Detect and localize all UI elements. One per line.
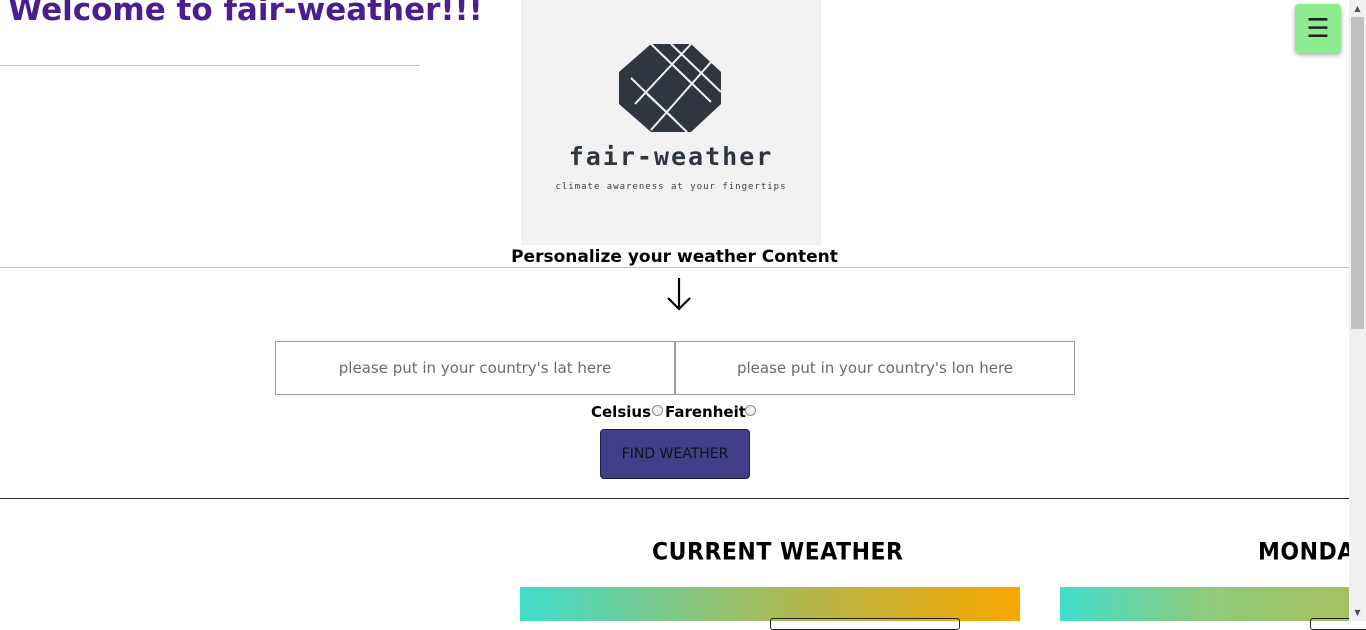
section-divider <box>0 267 1349 268</box>
logo-tagline: climate awareness at your fingertips <box>555 182 787 192</box>
monday-weather-card <box>1060 587 1366 630</box>
longitude-input[interactable] <box>675 341 1075 395</box>
logo-card: fair-weather climate awareness at your f… <box>521 0 821 245</box>
logo-name: fair-weather <box>568 142 774 171</box>
scroll-up-icon[interactable]: ▲ <box>1349 0 1366 17</box>
header-divider <box>0 65 420 66</box>
hamburger-menu-icon[interactable]: ☰ <box>1295 4 1341 53</box>
celsius-radio[interactable] <box>652 405 663 416</box>
farenheit-label: Farenheit <box>665 403 746 421</box>
monday-heading: MONDAY <box>1258 539 1349 566</box>
form-divider <box>0 498 1349 499</box>
scrollbar-thumb[interactable] <box>1351 17 1364 329</box>
personalize-heading: Personalize your weather Content <box>511 247 838 267</box>
vertical-scrollbar[interactable]: ▲ ▼ <box>1349 0 1366 621</box>
current-weather-heading: CURRENT WEATHER <box>652 539 904 566</box>
welcome-heading: Welcome to fair-weather!!! <box>8 0 483 28</box>
find-weather-button[interactable]: FIND WEATHER <box>600 429 750 479</box>
geodesic-octagon-icon <box>619 43 722 133</box>
arrow-down-icon <box>667 278 691 311</box>
current-weather-card <box>520 587 1020 630</box>
celsius-label: Celsius <box>591 403 651 421</box>
current-weather-card-inner <box>770 618 960 630</box>
latitude-input[interactable] <box>275 341 675 395</box>
scroll-down-icon[interactable]: ▼ <box>1349 604 1366 621</box>
farenheit-radio[interactable] <box>745 405 756 416</box>
